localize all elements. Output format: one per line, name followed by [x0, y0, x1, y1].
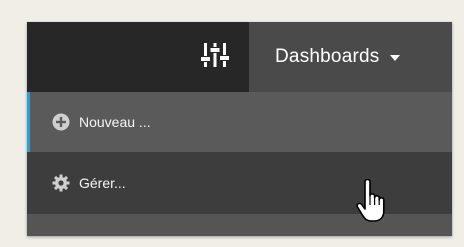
menu-item-new-label: Nouveau ...: [79, 114, 151, 130]
dashboards-label: Dashboards: [275, 46, 380, 67]
toolbar: Dashboards: [27, 22, 452, 92]
plus-circle-icon: [52, 113, 70, 131]
toolbar-left-area: [27, 22, 181, 92]
dashboards-menu-button[interactable]: Dashboards: [249, 22, 452, 92]
sliders-icon: [200, 41, 230, 74]
hand-pointer-icon: [356, 178, 392, 225]
gear-icon: [52, 174, 70, 192]
menu-item-manage-label: Gérer...: [79, 175, 126, 191]
caret-down-icon: [390, 55, 401, 61]
menu-item-new[interactable]: Nouveau ...: [27, 92, 452, 152]
settings-button[interactable]: [181, 22, 249, 92]
